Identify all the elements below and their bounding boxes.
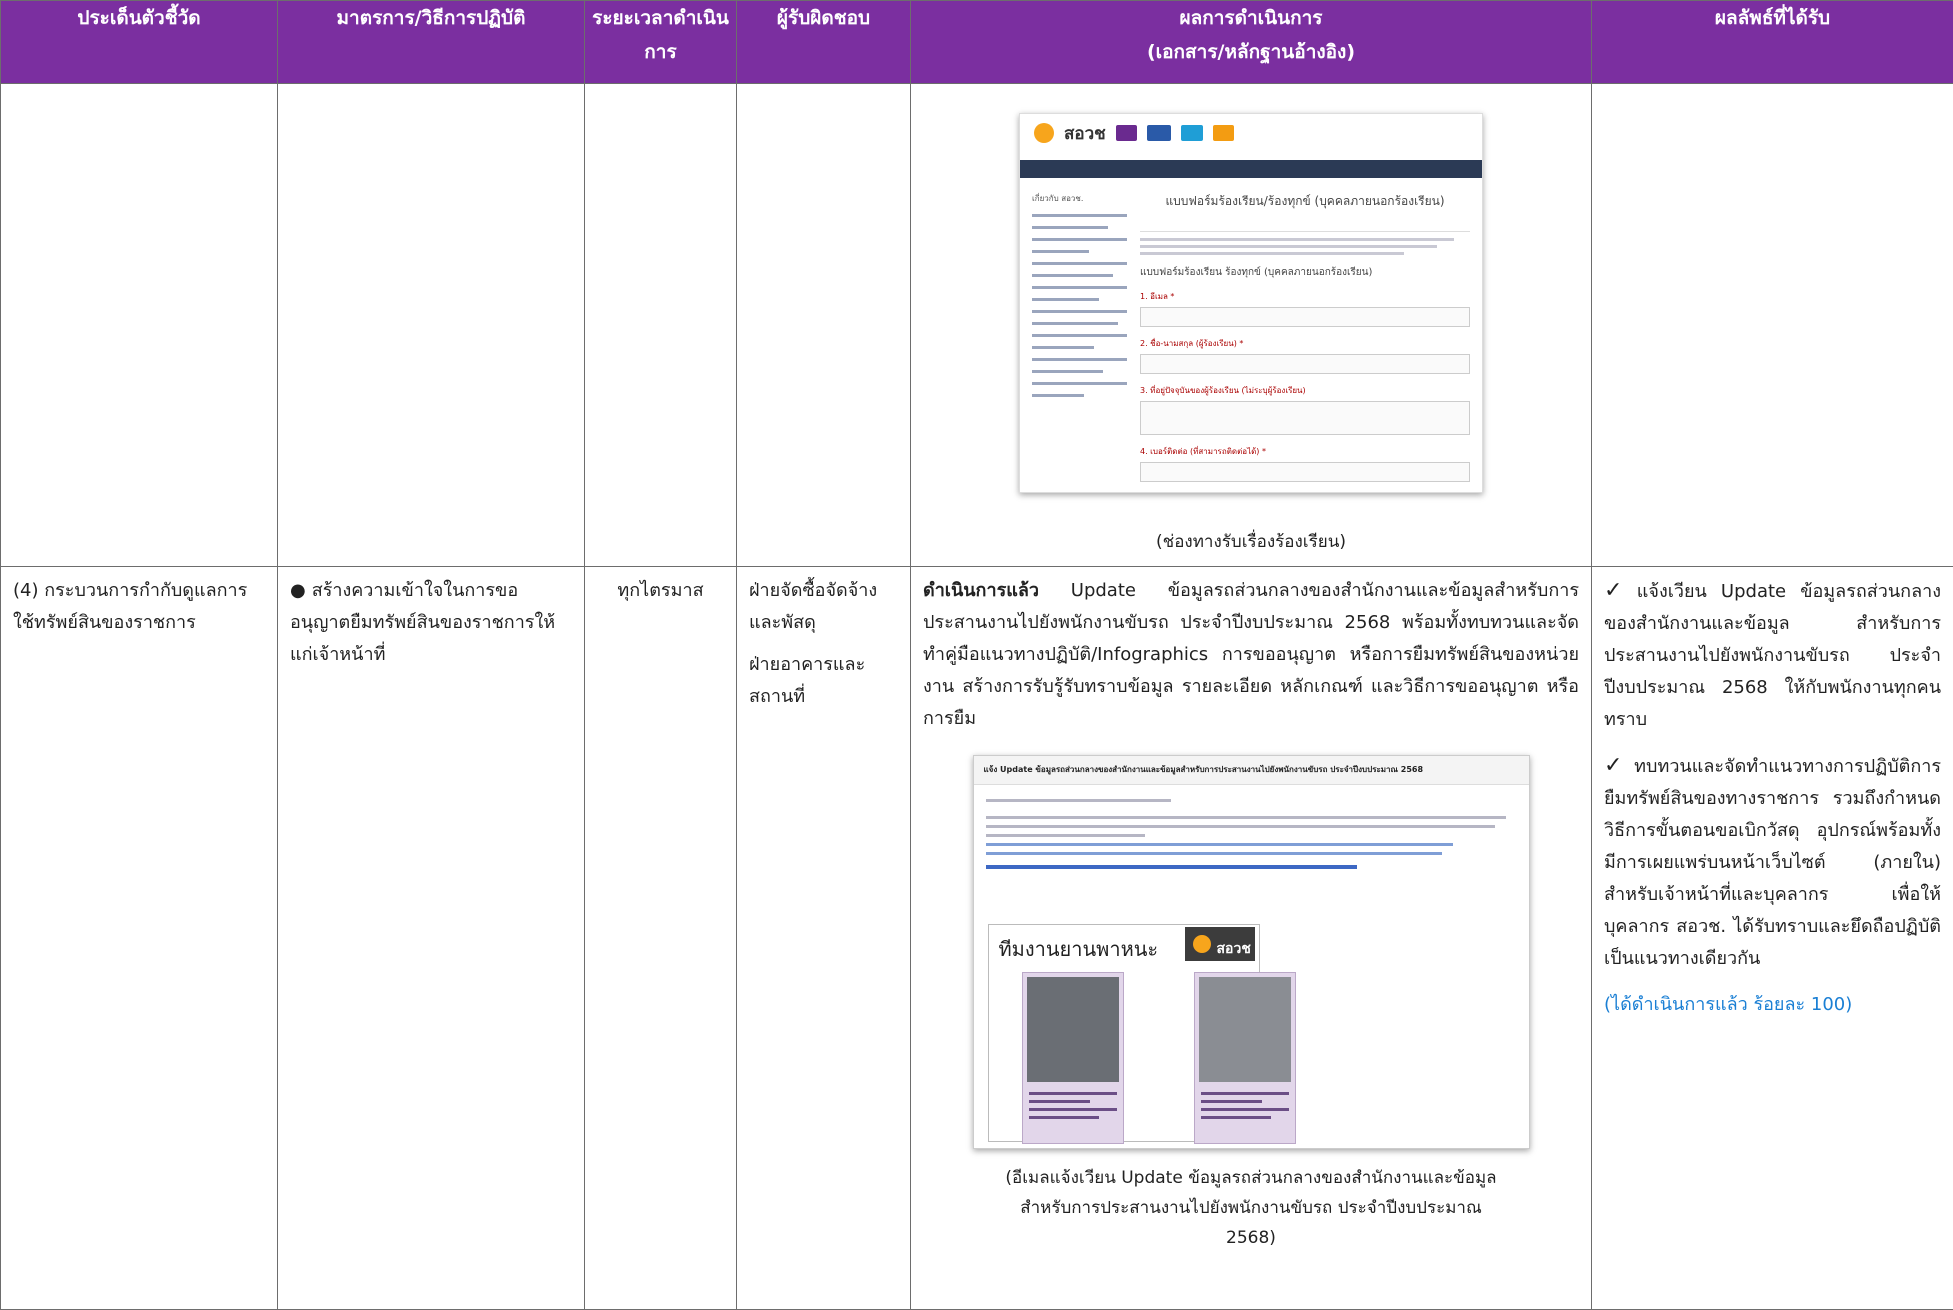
card-title: ทีมงานยานพาหนะ [999,933,1159,965]
sidebar-heading: เกี่ยวกับ สอวช. [1032,192,1127,205]
email-screenshot: แจ้ง Update ข้อมูลรถส่วนกลางของสำนักงานแ… [973,755,1530,1149]
address-field [1140,401,1470,435]
header-row: ประเด็นตัวชี้วัด มาตรการ/วิธีการปฏิบัติ … [1,1,1953,84]
cell-empty [737,84,911,567]
logo-icon [1034,123,1054,143]
form-field-label: 4. เบอร์ติดต่อ (ที่สามารถติดต่อได้) * [1140,445,1470,458]
header-period: ระยะเวลาดำเนินการ [585,1,737,84]
responsible-cell: ฝ่ายจัดซื้อจัดจ้างและพัสดุ ฝ่ายอาคารและส… [737,567,911,1310]
header-measures: มาตรการ/วิธีการปฏิบัติ [278,1,585,84]
driver-photo [1194,972,1296,1144]
measure-cell: ●สร้างความเข้าใจในการขออนุญาตยืมทรัพย์สิ… [278,567,585,1310]
complaint-form: แบบฟอร์มร้องเรียน/ร้องทุกข์ (บุคคลภายนอก… [1140,192,1470,482]
indicator-cell: (4) กระบวนการกำกับดูแลการใช้ทรัพย์สินของ… [1,567,278,1310]
phone-field [1140,462,1470,482]
partner-logo [1213,125,1234,141]
figure-caption: (ช่องทางรับเรื่องร้องเรียน) [912,527,1590,557]
card-logo: สอวช [1185,927,1255,961]
site-header: สอวช [1020,114,1482,152]
partner-logo [1147,125,1171,141]
responsible-unit: ฝ่ายอาคารและสถานที่ [749,649,898,713]
site-navbar [1020,160,1482,178]
header-responsible: ผู้รับผิดชอบ [737,1,911,84]
header-outcome: ผลลัพธ์ที่ได้รับ [1592,1,1953,84]
partner-logo [1116,125,1137,141]
cell-empty [585,84,737,567]
table-row: (4) กระบวนการกำกับดูแลการใช้ทรัพย์สินของ… [1,567,1953,1310]
result-status: ดำเนินการแล้ว [923,580,1039,601]
form-field-label: 2. ชื่อ-นามสกุล (ผู้ร้องเรียน) * [1140,337,1470,350]
result-text: Update ข้อมูลรถส่วนกลางของสำนักงานและข้อ… [923,580,1579,729]
outcome-item: ทบทวนและจัดทำแนวทางการปฏิบัติการยืมทรัพย… [1604,756,1941,969]
responsible-unit: ฝ่ายจัดซื้อจัดจ้างและพัสดุ [749,575,898,639]
table-row: สอวช เกี่ยวกับ สอวช. [1,84,1953,567]
outcome-cell: ✓แจ้งเวียน Update ข้อมูลรถส่วนกลางของสำน… [1592,567,1953,1310]
results-cell: ดำเนินการแล้ว Update ข้อมูลรถส่วนกลางของ… [911,567,1592,1310]
header-results: ผลการดำเนินการ (เอกสาร/หลักฐานอ้างอิง) [911,1,1592,84]
form-subtitle: แบบฟอร์มร้องเรียน ร้องทุกข์ (บุคคลภายนอก… [1140,265,1470,280]
period-cell: ทุกไตรมาส [585,567,737,1310]
site-logo: สอวช [1064,120,1106,147]
complaint-form-screenshot: สอวช เกี่ยวกับ สอวช. [1019,113,1483,493]
driver-photo [1022,972,1124,1144]
bullet-icon: ● [290,580,306,601]
cell-results: สอวช เกี่ยวกับ สอวช. [911,84,1592,567]
outcome-item: แจ้งเวียน Update ข้อมูลรถส่วนกลางของสำนั… [1604,581,1941,730]
report-table: ประเด็นตัวชี้วัด มาตรการ/วิธีการปฏิบัติ … [0,0,1953,1310]
completion-status: (ได้ดำเนินการแล้ว ร้อยละ 100) [1604,989,1941,1021]
form-field-label: 1. อีเมล * [1140,290,1470,303]
header-indicator: ประเด็นตัวชี้วัด [1,1,278,84]
form-title: แบบฟอร์มร้องเรียน/ร้องทุกข์ (บุคคลภายนอก… [1140,192,1470,211]
email-subject: แจ้ง Update ข้อมูลรถส่วนกลางของสำนักงานแ… [974,756,1529,785]
cell-empty [1592,84,1953,567]
name-field [1140,354,1470,374]
email-field [1140,307,1470,327]
site-sidebar: เกี่ยวกับ สอวช. [1032,192,1127,406]
cell-empty [278,84,585,567]
figure-caption: (อีเมลแจ้งเวียน Update ข้อมูลรถส่วนกลางข… [923,1163,1579,1253]
cell-empty [1,84,278,567]
partner-logo [1181,125,1202,141]
form-field-label: 3. ที่อยู่ปัจจุบันของผู้ร้องเรียน (ไม่ระ… [1140,384,1470,397]
check-icon: ✓ [1604,753,1628,778]
check-icon: ✓ [1604,578,1631,603]
measure-text: สร้างความเข้าใจในการขออนุญาตยืมทรัพย์สิน… [290,580,555,665]
